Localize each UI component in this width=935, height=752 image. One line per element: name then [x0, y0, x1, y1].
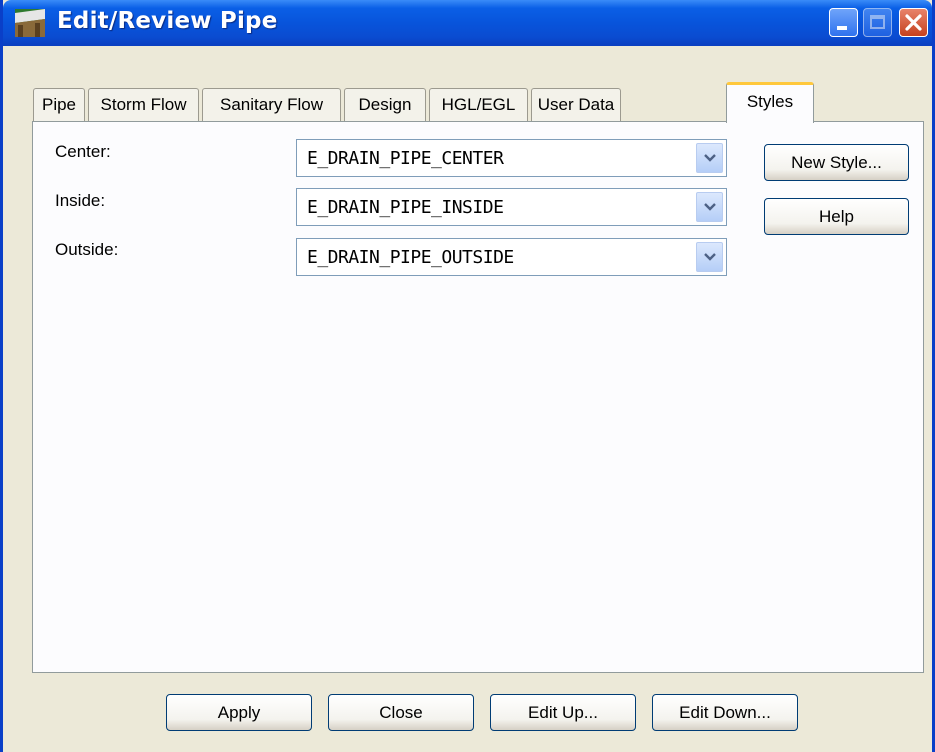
- title-bar[interactable]: Edit/Review Pipe: [3, 0, 932, 46]
- tab-storm-flow[interactable]: Storm Flow: [88, 88, 199, 122]
- tab-design[interactable]: Design: [344, 88, 426, 122]
- outside-style-combo[interactable]: E_DRAIN_PIPE_OUTSIDE: [296, 238, 727, 276]
- chevron-down-icon: [704, 203, 716, 211]
- tab-styles[interactable]: Styles: [726, 82, 814, 123]
- maximize-icon: [870, 15, 885, 29]
- tab-pipe[interactable]: Pipe: [33, 88, 85, 122]
- center-style-combo[interactable]: E_DRAIN_PIPE_CENTER: [296, 139, 727, 177]
- chevron-down-icon: [704, 253, 716, 261]
- edit-down-button[interactable]: Edit Down...: [652, 694, 798, 731]
- styles-panel: Center: E_DRAIN_PIPE_CENTER Inside: E_DR…: [32, 121, 924, 673]
- tab-user-data[interactable]: User Data: [531, 88, 621, 122]
- center-dropdown-button[interactable]: [696, 143, 723, 173]
- close-button[interactable]: Close: [328, 694, 474, 731]
- inside-dropdown-button[interactable]: [696, 192, 723, 222]
- close-icon: [905, 14, 922, 31]
- edit-up-button[interactable]: Edit Up...: [490, 694, 636, 731]
- minimize-button[interactable]: [829, 8, 858, 37]
- outside-style-value: E_DRAIN_PIPE_OUTSIDE: [307, 247, 514, 268]
- chevron-down-icon: [704, 154, 716, 162]
- tab-sanitary-flow[interactable]: Sanitary Flow: [202, 88, 341, 122]
- window-title: Edit/Review Pipe: [57, 8, 278, 34]
- center-label: Center:: [55, 142, 111, 161]
- apply-button[interactable]: Apply: [166, 694, 312, 731]
- outside-dropdown-button[interactable]: [696, 242, 723, 272]
- center-style-value: E_DRAIN_PIPE_CENTER: [307, 148, 504, 169]
- new-style-button[interactable]: New Style...: [764, 144, 909, 181]
- help-button[interactable]: Help: [764, 198, 909, 235]
- dialog-window: Edit/Review Pipe Pipe Storm Flow Sanitar…: [0, 0, 935, 752]
- maximize-button[interactable]: [863, 8, 892, 37]
- minimize-icon: [837, 26, 847, 30]
- inside-label: Inside:: [55, 191, 106, 210]
- inside-style-value: E_DRAIN_PIPE_INSIDE: [307, 197, 504, 218]
- close-window-button[interactable]: [899, 8, 928, 37]
- outside-label: Outside:: [55, 240, 119, 259]
- tab-hgl-egl[interactable]: HGL/EGL: [429, 88, 528, 122]
- inside-style-combo[interactable]: E_DRAIN_PIPE_INSIDE: [296, 188, 727, 226]
- pipe-app-icon: [15, 9, 45, 37]
